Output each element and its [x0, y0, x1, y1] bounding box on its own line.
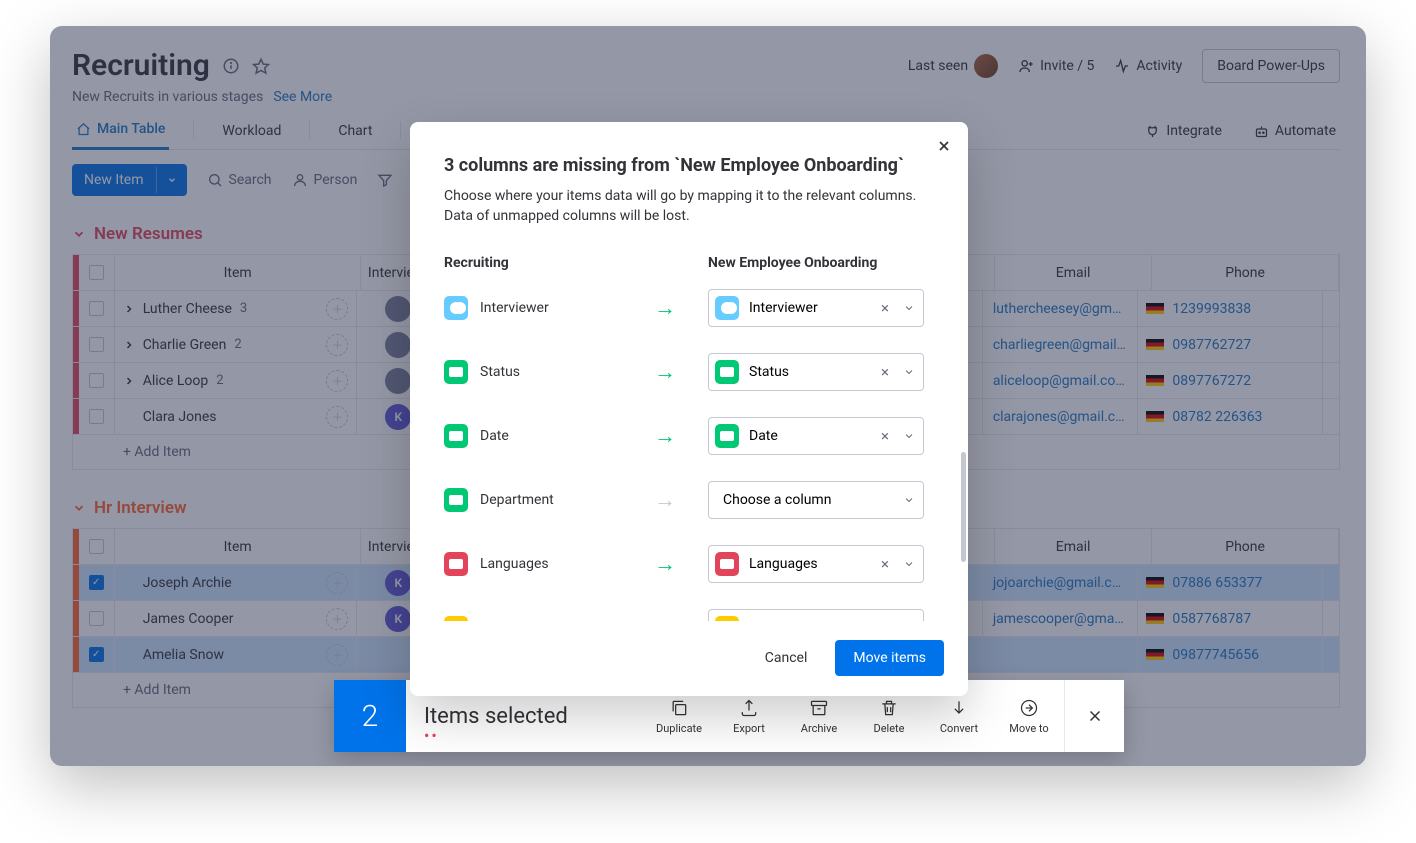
destination-dropdown[interactable]: Languages ×	[708, 545, 924, 583]
mapping-row: Date → Date ×	[444, 417, 934, 455]
column-type-icon	[715, 552, 739, 576]
move-items-modal: 3 columns are missing from `New Employee…	[410, 122, 968, 696]
selection-dots: ••	[424, 726, 439, 745]
mapping-row: Email → Email ×	[444, 609, 934, 621]
chevron-down-icon	[903, 558, 915, 570]
arrow-right-icon: →	[654, 295, 708, 321]
modal-right-head: New Employee Onboarding	[708, 255, 934, 271]
mapping-row: Interviewer → Interviewer ×	[444, 289, 934, 327]
dropdown-label: Choose a column	[723, 492, 893, 508]
moveto-label: Move to	[1009, 722, 1048, 735]
clear-selection[interactable]: ×	[877, 361, 893, 383]
column-type-icon	[444, 360, 468, 384]
archive-action[interactable]: Archive	[784, 698, 854, 735]
chevron-down-icon	[903, 366, 915, 378]
mapping-row: Languages → Languages ×	[444, 545, 934, 583]
chevron-down-icon	[903, 430, 915, 442]
convert-label: Convert	[940, 722, 978, 735]
column-type-icon	[715, 296, 739, 320]
source-column-label: Status	[480, 364, 520, 380]
mapping-row: Status → Status ×	[444, 353, 934, 391]
source-column-label: Date	[480, 428, 509, 444]
column-type-icon	[444, 424, 468, 448]
export-action[interactable]: Export	[714, 698, 784, 735]
dropdown-label: Interviewer	[749, 300, 867, 316]
export-label: Export	[733, 722, 765, 735]
arrow-right-icon: →	[654, 487, 708, 513]
destination-dropdown[interactable]: Interviewer ×	[708, 289, 924, 327]
destination-dropdown[interactable]: Choose a column	[708, 481, 924, 519]
moveto-action[interactable]: Move to	[994, 698, 1064, 735]
duplicate-label: Duplicate	[656, 722, 702, 735]
modal-left-head: Recruiting	[444, 255, 654, 271]
column-type-icon	[444, 552, 468, 576]
modal-subtitle: Choose where your items data will go by …	[444, 187, 934, 226]
source-column-label: Department	[480, 492, 554, 508]
source-column-label: Interviewer	[480, 300, 549, 316]
delete-action[interactable]: Delete	[854, 698, 924, 735]
column-type-icon	[444, 488, 468, 512]
modal-close-button[interactable]	[932, 134, 956, 158]
clear-selection[interactable]: ×	[877, 553, 893, 575]
chevron-down-icon	[903, 302, 915, 314]
column-type-icon	[444, 296, 468, 320]
cancel-button[interactable]: Cancel	[749, 640, 824, 676]
mapping-row: Department → Choose a column	[444, 481, 934, 519]
archive-label: Archive	[801, 722, 837, 735]
selection-count: 2	[334, 680, 406, 752]
destination-dropdown[interactable]: Date ×	[708, 417, 924, 455]
selection-close[interactable]	[1064, 680, 1124, 752]
dropdown-label: Status	[749, 364, 867, 380]
close-icon	[936, 138, 952, 154]
destination-dropdown[interactable]: Email ×	[708, 609, 924, 621]
clear-selection[interactable]: ×	[877, 297, 893, 319]
arrow-right-icon: →	[654, 423, 708, 449]
column-type-icon	[715, 360, 739, 384]
column-type-icon	[715, 424, 739, 448]
arrow-right-icon: →	[654, 359, 708, 385]
modal-title: 3 columns are missing from `New Employee…	[444, 154, 934, 177]
duplicate-action[interactable]: Duplicate	[644, 698, 714, 735]
chevron-down-icon	[903, 494, 915, 506]
destination-dropdown[interactable]: Status ×	[708, 353, 924, 391]
convert-action[interactable]: Convert	[924, 698, 994, 735]
selection-label: Items selected	[406, 704, 644, 729]
dropdown-label: Date	[749, 428, 867, 444]
clear-selection[interactable]: ×	[877, 425, 893, 447]
dropdown-label: Languages	[749, 556, 867, 572]
delete-label: Delete	[874, 722, 905, 735]
close-icon	[1086, 707, 1104, 725]
arrow-right-icon: →	[654, 551, 708, 577]
source-column-label: Languages	[480, 556, 549, 572]
modal-scrollbar[interactable]	[961, 452, 966, 562]
move-items-button[interactable]: Move items	[835, 640, 944, 676]
